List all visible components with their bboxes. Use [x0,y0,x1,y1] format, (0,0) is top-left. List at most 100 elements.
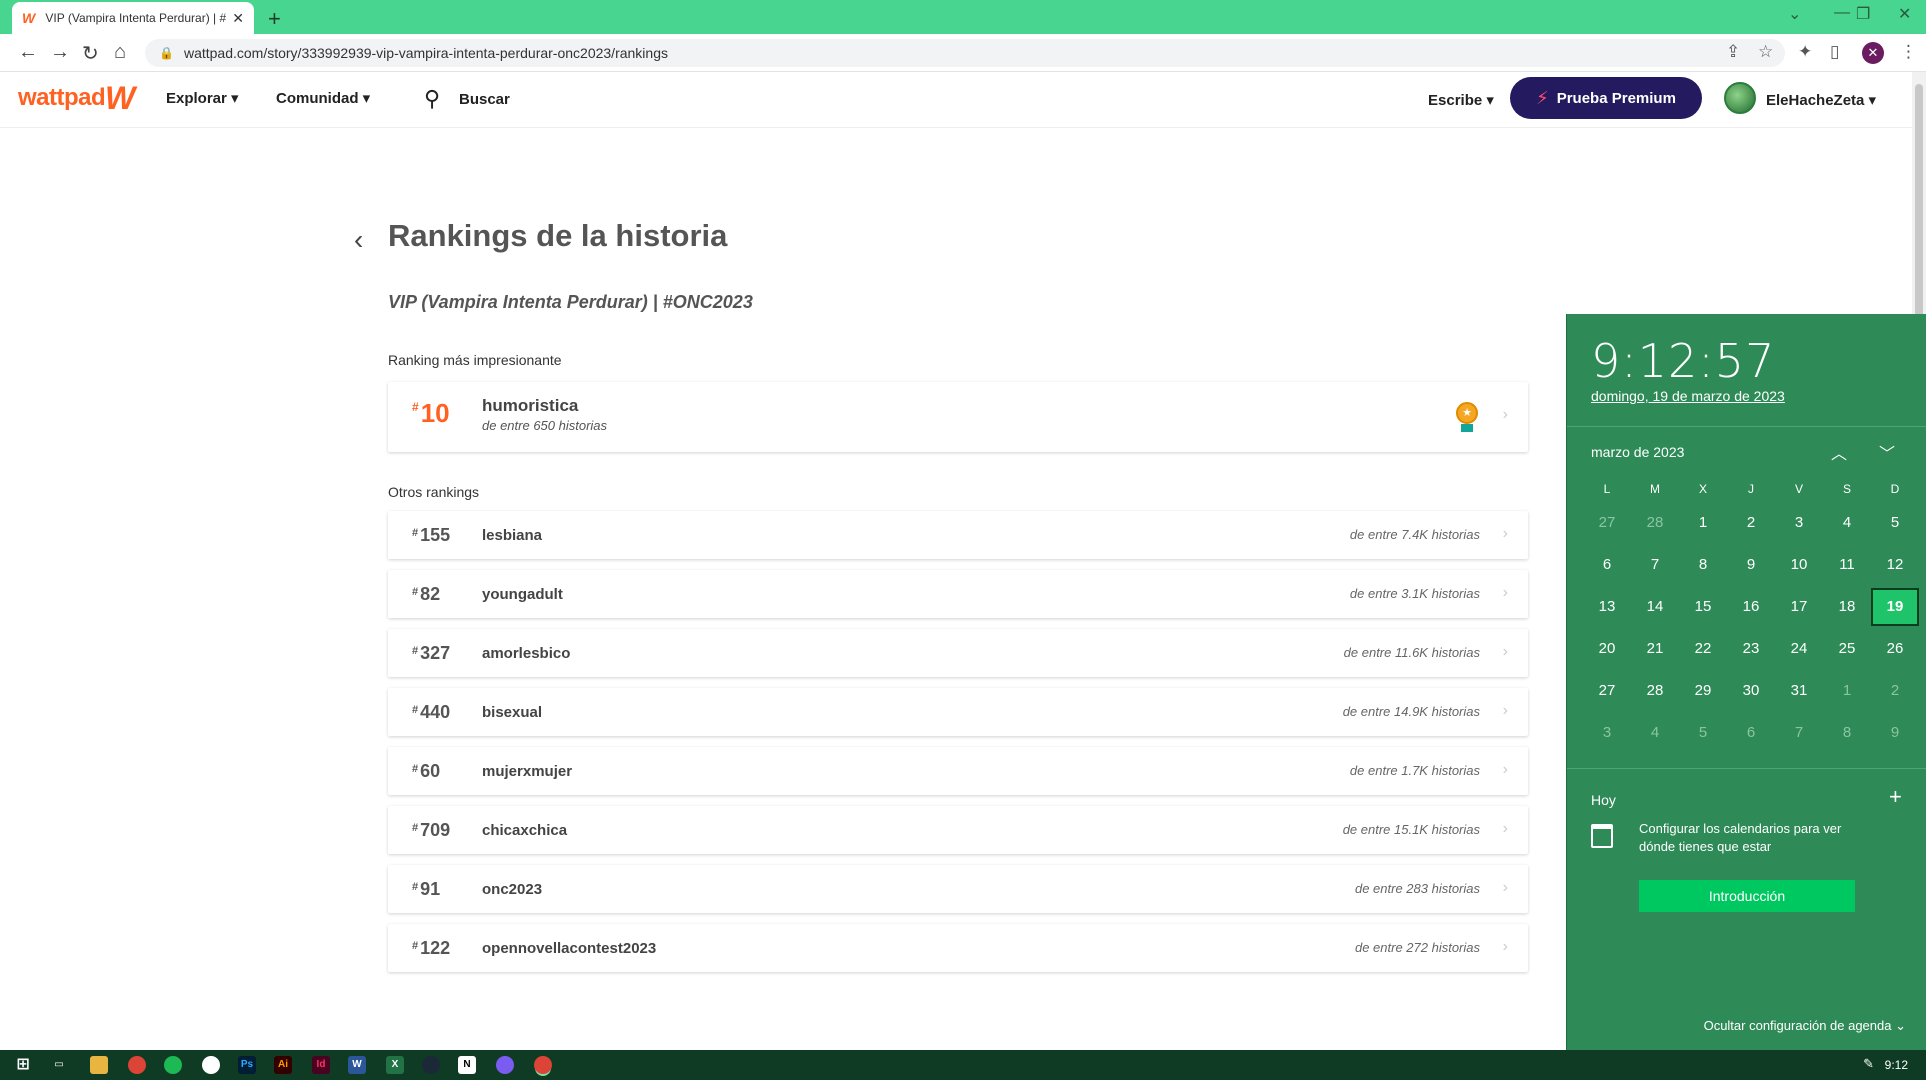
search-input[interactable]: Buscar [459,91,510,108]
side-panel-icon[interactable]: ▯ [1830,42,1839,62]
calendar-day[interactable]: 13 [1583,588,1631,626]
calendar-day[interactable]: 8 [1823,714,1871,752]
calendar-day[interactable]: 3 [1583,714,1631,752]
browser-tab[interactable]: W VIP (Vampira Intenta Perdurar) | # ✕ [12,2,254,34]
nav-community[interactable]: Comunidad ▾ [276,89,370,107]
taskbar-clock[interactable]: 9:12 [1885,1058,1908,1072]
calendar-day[interactable]: 5 [1871,504,1919,542]
calendar-day[interactable]: 27 [1583,672,1631,710]
close-window-icon[interactable]: ✕ [1898,4,1911,24]
calendar-day[interactable]: 2 [1871,672,1919,710]
calendar-day[interactable]: 12 [1871,546,1919,584]
calendar-day[interactable]: 4 [1631,714,1679,752]
spotify-icon[interactable] [164,1056,182,1074]
tab-close-icon[interactable]: ✕ [232,10,244,27]
ranking-row[interactable]: #155 lesbiana de entre 7.4K historias › [388,511,1528,559]
calendar-day[interactable]: 10 [1775,546,1823,584]
restore-icon[interactable]: ❐ [1856,4,1870,24]
ranking-row[interactable]: #91 onc2023 de entre 283 historias › [388,865,1528,913]
chrome-icon[interactable] [128,1056,146,1074]
username-menu[interactable]: EleHacheZeta ▾ [1766,91,1876,109]
ranking-row[interactable]: #82 youngadult de entre 3.1K historias › [388,570,1528,618]
calendar-day[interactable]: 14 [1631,588,1679,626]
calendar-day[interactable]: 25 [1823,630,1871,668]
ranking-row[interactable]: #440 bisexual de entre 14.9K historias › [388,688,1528,736]
calendar-day[interactable]: 3 [1775,504,1823,542]
file-explorer-icon[interactable] [90,1056,108,1074]
calendar-day[interactable]: 24 [1775,630,1823,668]
search-icon[interactable]: ⚲ [424,86,440,112]
calendar-day[interactable]: 4 [1823,504,1871,542]
calendar-day[interactable]: 30 [1727,672,1775,710]
extensions-icon[interactable]: ✦ [1798,42,1812,62]
wattpad-w-logo-icon[interactable]: W [105,80,135,117]
user-avatar[interactable] [1724,82,1756,114]
calendar-day[interactable]: 5 [1679,714,1727,752]
chevron-down-icon[interactable]: ﹀ [1879,440,1895,464]
browser-profile-avatar[interactable]: ✕ [1862,42,1884,64]
calendar-day[interactable]: 26 [1871,630,1919,668]
calendar-day[interactable]: 7 [1775,714,1823,752]
task-view-icon[interactable]: ▭ [50,1056,68,1074]
windows-start-icon[interactable]: ⊞ [14,1056,32,1074]
calendar-day[interactable]: 27 [1583,504,1631,542]
hide-agenda-link[interactable]: Ocultar configuración de agenda ⌄ [1704,1018,1906,1034]
pen-icon[interactable]: ✎ [1863,1056,1874,1072]
calendar-day[interactable]: 7 [1631,546,1679,584]
calendar-day[interactable]: 15 [1679,588,1727,626]
add-event-icon[interactable]: + [1889,784,1902,810]
clock-date[interactable]: domingo, 19 de marzo de 2023 [1591,388,1785,404]
write-menu[interactable]: Escribe ▾ [1428,91,1494,109]
reload-icon[interactable]: ↻ [82,41,99,66]
home-icon[interactable]: ⌂ [114,41,126,64]
tab-search-icon[interactable]: ⌄ [1788,4,1801,24]
calendar-day[interactable]: 16 [1727,588,1775,626]
ranking-row[interactable]: #709 chicaxchica de entre 15.1K historia… [388,806,1528,854]
calendar-day[interactable]: 28 [1631,672,1679,710]
calendar-day[interactable]: 23 [1727,630,1775,668]
calendar-day[interactable]: 11 [1823,546,1871,584]
calendar-day[interactable]: 17 [1775,588,1823,626]
ranking-row[interactable]: #60 mujerxmujer de entre 1.7K historias … [388,747,1528,795]
calendar-day[interactable]: 9 [1727,546,1775,584]
new-tab-button[interactable]: + [268,6,281,32]
calendar-month[interactable]: marzo de 2023 [1591,444,1684,460]
story-title[interactable]: VIP (Vampira Intenta Perdurar) | #ONC202… [388,292,753,313]
ranking-row[interactable]: #327 amorlesbico de entre 11.6K historia… [388,629,1528,677]
calendar-day[interactable]: 22 [1679,630,1727,668]
calendar-day[interactable]: 18 [1823,588,1871,626]
word-icon[interactable]: W [348,1056,366,1074]
ranking-row[interactable]: #122 opennovellacontest2023 de entre 272… [388,924,1528,972]
get-started-button[interactable]: Introducción [1639,880,1855,912]
illustrator-icon[interactable]: Ai [274,1056,292,1074]
chrome-active-icon[interactable] [534,1056,552,1074]
notion-icon[interactable]: N [458,1056,476,1074]
steam-icon[interactable] [422,1056,440,1074]
share-icon[interactable]: ⇪ [1726,42,1740,62]
address-bar[interactable]: 🔒 wattpad.com/story/333992939-vip-vampir… [145,39,1785,67]
calendar-day[interactable]: 1 [1679,504,1727,542]
back-arrow-icon[interactable]: ← [18,41,38,64]
calendar-day[interactable]: 20 [1583,630,1631,668]
bookmark-star-icon[interactable]: ☆ [1758,42,1773,62]
photoshop-icon[interactable]: Ps [238,1056,256,1074]
excel-icon[interactable]: X [386,1056,404,1074]
calendar-day[interactable]: 6 [1583,546,1631,584]
calendar-day[interactable]: 28 [1631,504,1679,542]
obsidian-icon[interactable] [496,1056,514,1074]
menu-dots-icon[interactable]: ⋮ [1900,42,1917,62]
calendar-day[interactable]: 31 [1775,672,1823,710]
wattpad-logo[interactable]: wattpad [18,84,106,112]
calendar-day[interactable]: 1 [1823,672,1871,710]
back-chevron-icon[interactable]: ‹ [354,224,363,256]
indesign-icon[interactable]: Id [312,1056,330,1074]
calendar-day[interactable]: 2 [1727,504,1775,542]
chevron-up-icon[interactable]: ︿ [1831,440,1847,464]
best-ranking-card[interactable]: #10 humoristica de entre 650 historias ★… [388,382,1528,452]
calendar-day[interactable]: 21 [1631,630,1679,668]
calendar-day[interactable]: 6 [1727,714,1775,752]
app-icon[interactable] [202,1056,220,1074]
nav-explore[interactable]: Explorar ▾ [166,89,239,107]
forward-arrow-icon[interactable]: → [50,41,70,64]
calendar-day[interactable]: 9 [1871,714,1919,752]
